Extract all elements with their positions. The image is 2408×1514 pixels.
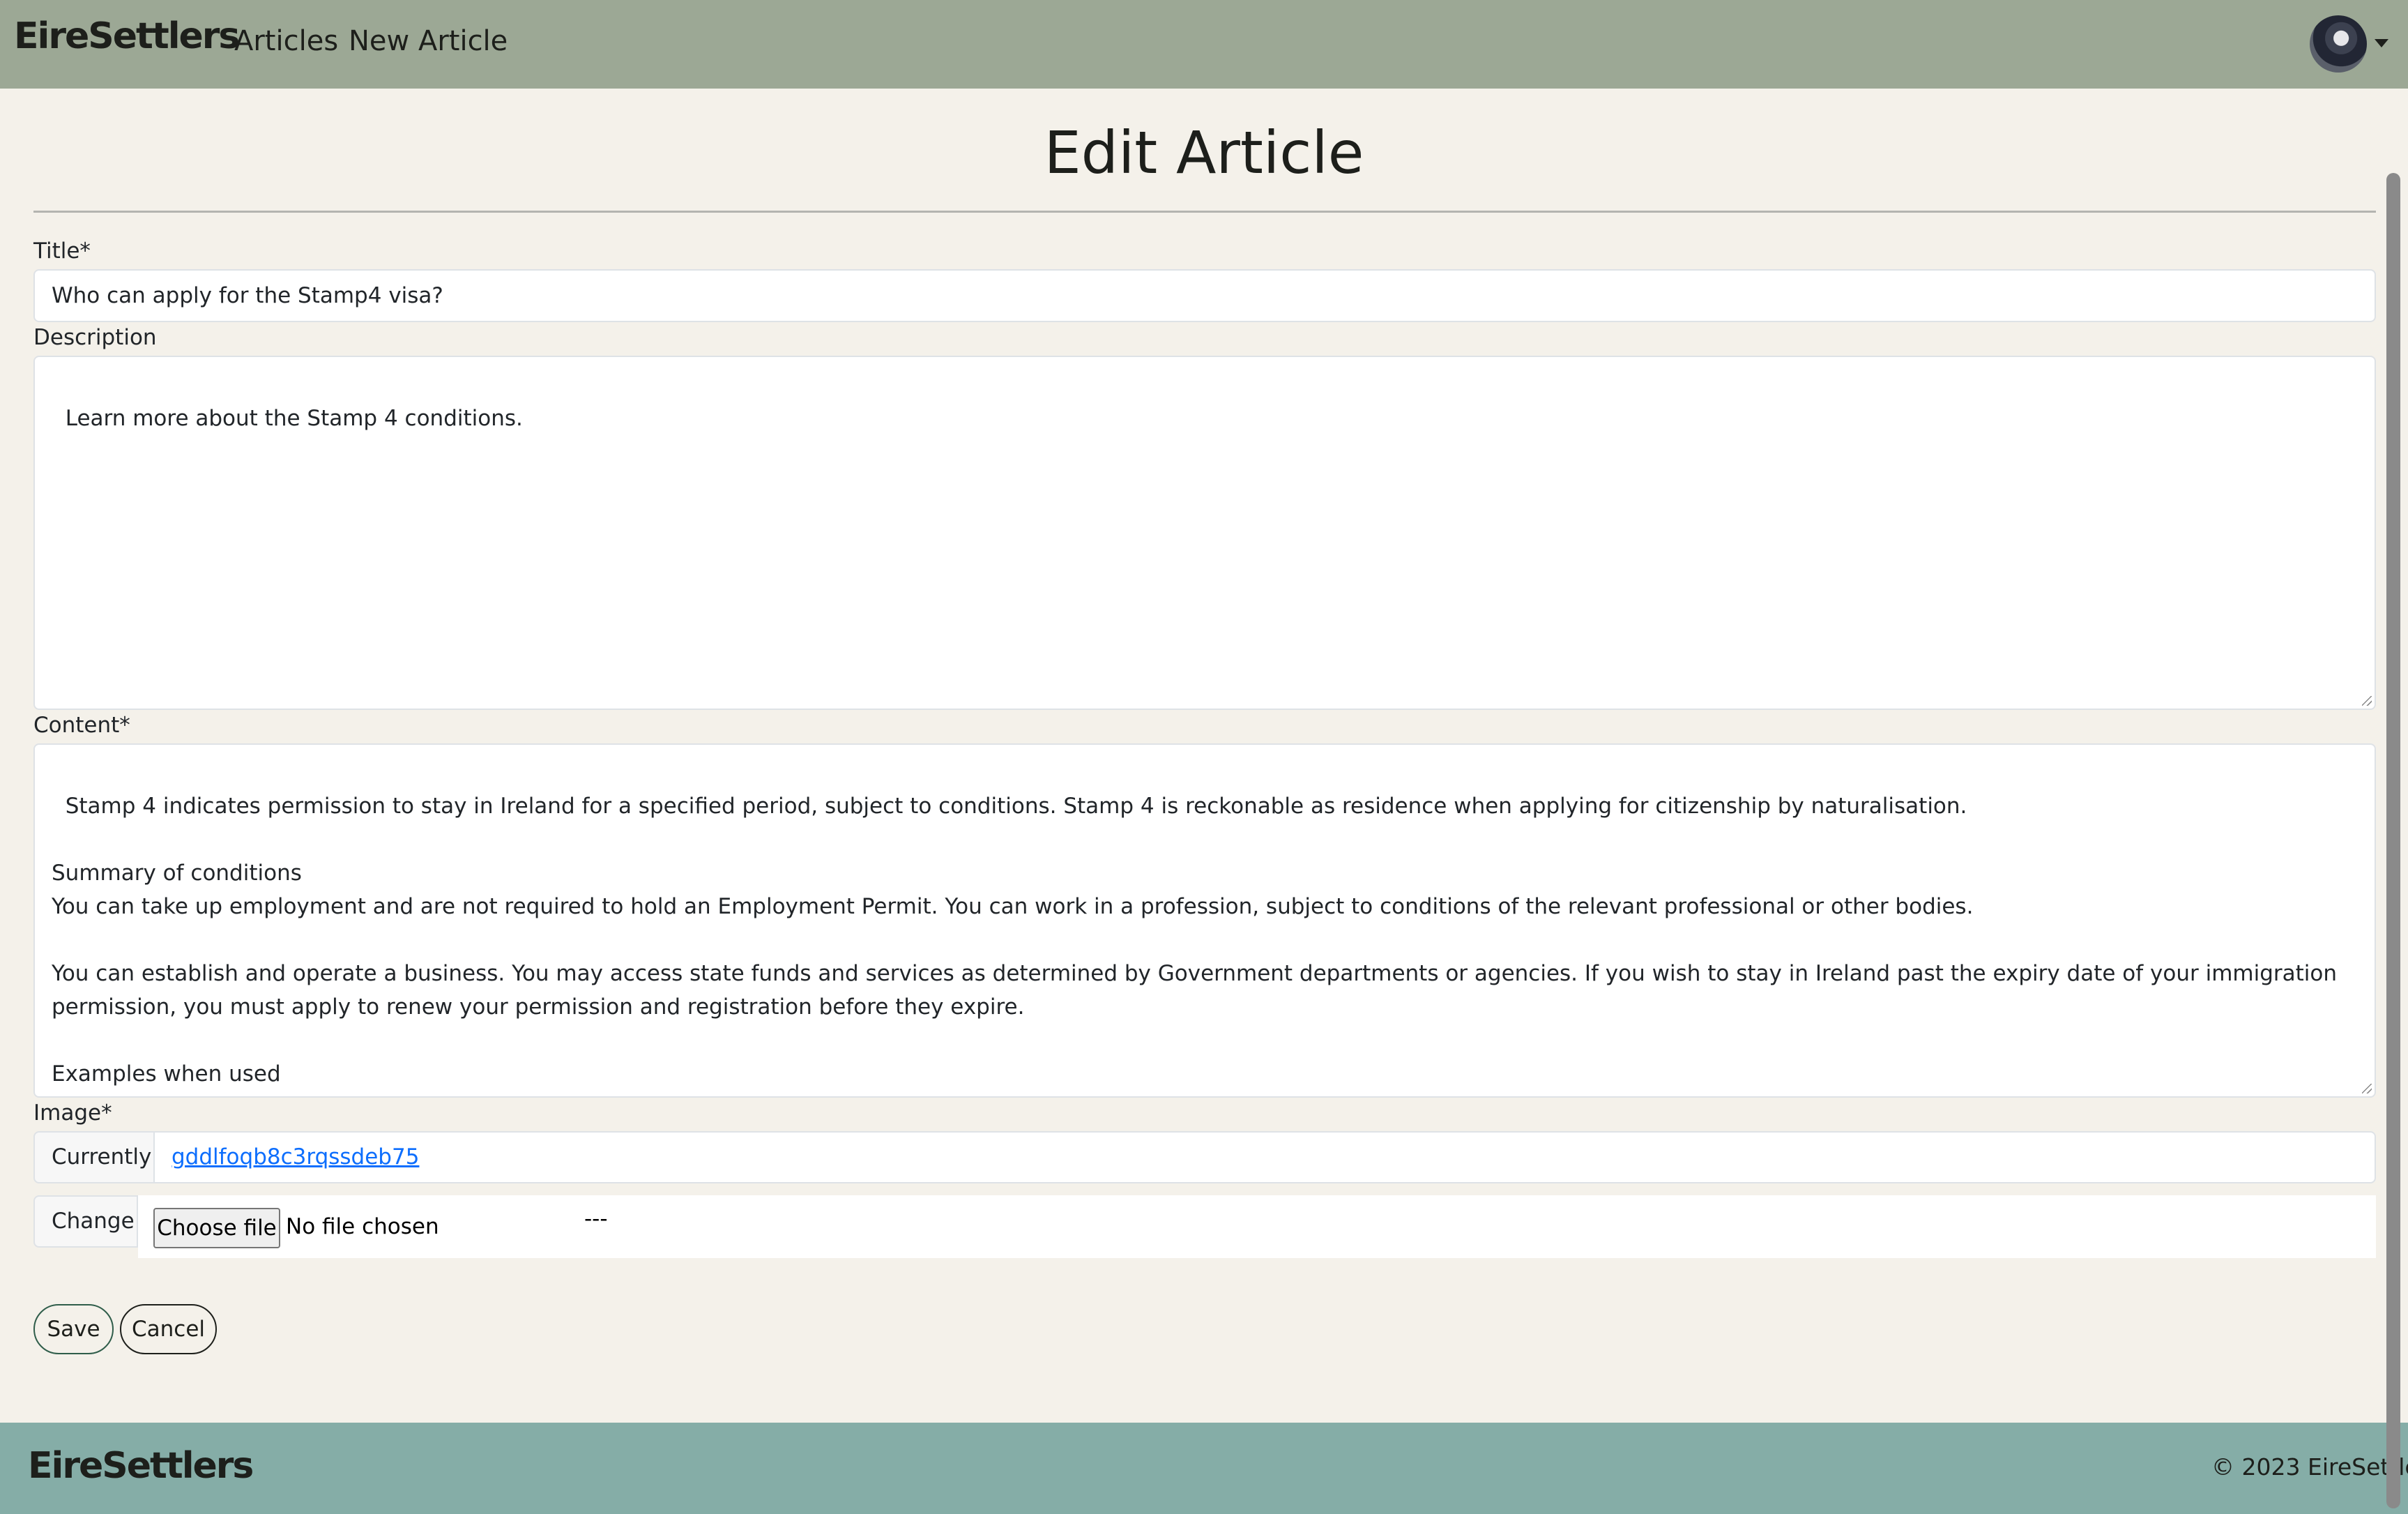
file-placeholder-dashes: ---: [584, 1206, 608, 1232]
navbar-brand[interactable]: EireSettlers: [14, 15, 240, 57]
description-label: Description: [33, 325, 157, 350]
resize-handle-icon[interactable]: [2362, 696, 2372, 706]
copyright-text: © 2023 EireSettlers: [2211, 1453, 2408, 1481]
scrollbar[interactable]: [2386, 173, 2400, 1508]
currently-label: Currently: [33, 1131, 155, 1183]
current-image-group: Currently gddlfoqb8c3rqssdeb75: [33, 1131, 2376, 1183]
nav-link-articles[interactable]: Articles: [234, 25, 338, 57]
cancel-button[interactable]: Cancel: [120, 1304, 217, 1354]
content-textarea[interactable]: Stamp 4 indicates permission to stay in …: [33, 743, 2376, 1098]
nav-link-new-article[interactable]: New Article: [349, 25, 508, 57]
title-input[interactable]: Who can apply for the Stamp4 visa?: [33, 269, 2376, 322]
current-image-link[interactable]: gddlfoqb8c3rqssdeb75: [172, 1144, 419, 1169]
description-text: Learn more about the Stamp 4 conditions.: [65, 406, 523, 431]
description-textarea[interactable]: Learn more about the Stamp 4 conditions.: [33, 356, 2376, 710]
caret-down-icon[interactable]: [2375, 39, 2388, 47]
content-label: Content*: [33, 713, 130, 738]
navbar: EireSettlers Articles New Article: [0, 0, 2408, 89]
change-label: Change: [33, 1195, 138, 1248]
current-image-value: gddlfoqb8c3rqssdeb75: [155, 1131, 2376, 1183]
divider: [33, 211, 2376, 213]
choose-file-button[interactable]: Choose file: [153, 1208, 280, 1248]
title-label: Title*: [33, 239, 91, 264]
page-title: Edit Article: [1044, 119, 1364, 187]
save-button[interactable]: Save: [33, 1304, 114, 1354]
content-text: Stamp 4 indicates permission to stay in …: [52, 794, 2338, 1096]
file-input-area[interactable]: [138, 1195, 2376, 1258]
resize-handle-icon[interactable]: [2362, 1084, 2372, 1093]
footer-brand: EireSettlers: [28, 1445, 254, 1487]
image-label: Image*: [33, 1100, 112, 1126]
footer: EireSettlers © 2023 EireSettlers: [0, 1423, 2408, 1514]
no-file-text: No file chosen: [286, 1214, 439, 1239]
user-avatar[interactable]: [2310, 15, 2367, 73]
